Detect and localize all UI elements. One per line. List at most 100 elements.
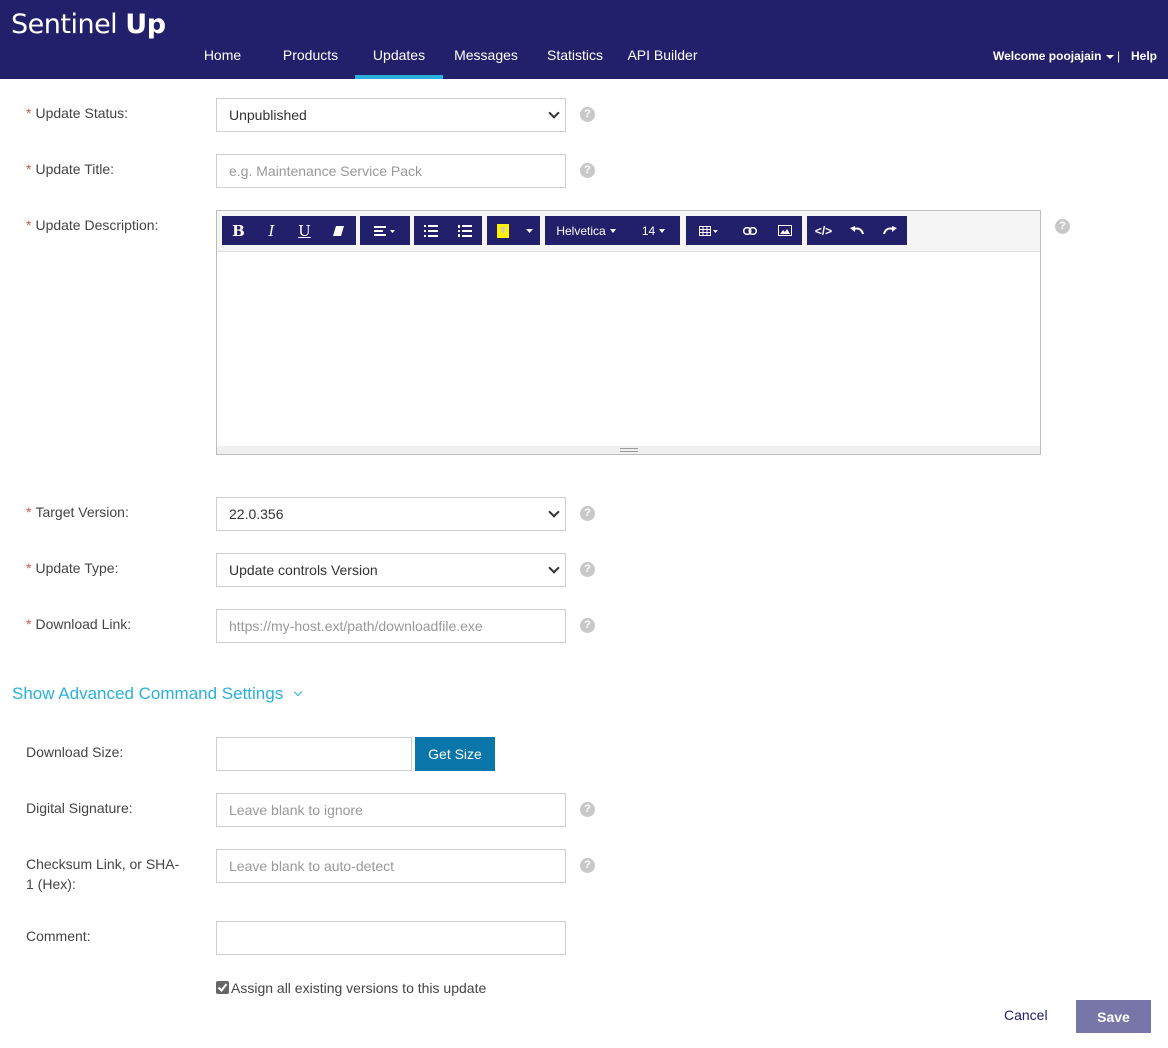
brand-logo[interactable]: Sentinel Up [11,9,166,40]
target-version-label-text: Target Version: [35,504,129,520]
grip-icon [620,448,638,452]
user-menu[interactable]: Welcome poojajain [993,49,1115,63]
required-marker: * [26,504,32,520]
eraser-icon[interactable] [321,216,356,245]
chevron-down-icon [548,506,560,518]
show-advanced-toggle[interactable]: Show Advanced Command Settings [12,684,303,704]
get-size-button[interactable]: Get Size [415,737,495,771]
chevron-down-icon [548,107,560,119]
font-size-value: 14 [641,223,656,238]
editor-content-area[interactable] [217,253,1040,446]
chevron-down-icon [548,562,560,574]
brand-name-bold: Up [125,9,166,40]
update-type-label: * Update Type: [26,558,118,578]
checksum-placeholder: Leave blank to auto-detect [229,858,395,874]
help-icon[interactable]: ? [580,107,595,122]
editor-resize-handle[interactable] [217,446,1040,454]
code-view-icon[interactable]: </> [807,216,840,245]
chevron-down-icon [293,687,303,697]
link-icon[interactable] [732,216,767,245]
help-icon[interactable]: ? [1055,219,1070,234]
header-separator: | [1117,49,1121,63]
required-marker: * [26,217,32,233]
checksum-label-line1: Checksum Link, or SHA- [26,856,180,872]
nav-products[interactable]: Products [268,47,353,79]
advanced-toggle-text: Show Advanced Command Settings [12,684,284,703]
download-link-label-text: Download Link: [35,616,132,632]
underline-icon[interactable]: U [288,216,321,245]
redo-icon[interactable] [873,216,907,245]
target-version-value: 22.0.356 [229,506,284,522]
required-marker: * [26,161,32,177]
checksum-label: Checksum Link, or SHA- 1 (Hex): [26,854,179,894]
help-icon[interactable]: ? [580,506,595,521]
update-type-select[interactable]: Update controls Version [216,553,566,587]
help-icon[interactable]: ? [580,858,595,873]
download-link-placeholder: https://my-host.ext/path/downloadfile.ex… [229,618,483,634]
checkmark-icon [217,983,228,993]
download-size-input[interactable] [216,737,412,771]
italic-icon[interactable]: I [255,216,288,245]
checksum-input[interactable]: Leave blank to auto-detect [216,849,566,883]
update-title-label: * Update Title: [26,159,114,179]
image-icon[interactable] [767,216,802,245]
nav-home[interactable]: Home [190,47,255,79]
align-group [360,216,410,245]
update-status-label: * Update Status: [26,103,128,123]
comment-input[interactable] [216,921,566,955]
digital-signature-input[interactable]: Leave blank to ignore [216,793,566,827]
help-link[interactable]: Help [1131,49,1157,63]
bullet-list-icon[interactable] [414,216,448,245]
comment-label: Comment: [26,928,91,944]
update-title-input[interactable]: e.g. Maintenance Service Pack [216,154,566,188]
help-icon[interactable]: ? [580,163,595,178]
update-status-select[interactable]: Unpublished [216,98,566,132]
save-button[interactable]: Save [1076,1000,1151,1033]
required-marker: * [26,560,32,576]
required-marker: * [26,616,32,632]
required-marker: * [26,105,32,121]
font-size-dropdown[interactable]: 14 [627,216,680,245]
table-icon[interactable] [686,216,732,245]
list-group [414,216,482,245]
nav-statistics[interactable]: Statistics [535,47,615,79]
help-icon[interactable]: ? [580,802,595,817]
history-group: </> [807,216,907,245]
update-description-label: * Update Description: [26,215,158,235]
update-type-label-text: Update Type: [35,560,119,576]
target-version-label: * Target Version: [26,502,129,522]
assign-versions-checkbox[interactable] [216,981,229,994]
nav-updates[interactable]: Updates [355,47,443,79]
bold-icon[interactable]: B [222,216,255,245]
welcome-text: Welcome poojajain [993,49,1102,63]
font-family-value: Helvetica [556,223,606,238]
update-status-label-text: Update Status: [35,105,129,121]
numbered-list-icon[interactable] [448,216,482,245]
format-group: B I U [222,216,356,245]
undo-icon[interactable] [840,216,873,245]
download-size-label: Download Size: [26,744,124,760]
top-navigation-bar: Sentinel Up Home Products Updates Messag… [0,0,1168,79]
font-family-dropdown[interactable]: Helvetica [545,216,627,245]
nav-api-builder[interactable]: API Builder [620,47,705,79]
download-link-input[interactable]: https://my-host.ext/path/downloadfile.ex… [216,609,566,643]
help-icon[interactable]: ? [580,618,595,633]
caret-down-icon [1106,54,1115,59]
update-title-placeholder: e.g. Maintenance Service Pack [229,163,422,179]
digital-signature-label: Digital Signature: [26,800,133,816]
help-icon[interactable]: ? [580,562,595,577]
nav-messages[interactable]: Messages [445,47,527,79]
download-link-label: * Download Link: [26,614,131,634]
highlight-color-icon[interactable] [487,216,519,245]
editor-toolbar: B I U Helvetica 14 </> [217,211,1040,252]
cancel-button[interactable]: Cancel [1004,1007,1048,1023]
digital-signature-placeholder: Leave blank to ignore [229,802,363,818]
align-left-icon[interactable] [360,216,410,245]
insert-group [686,216,802,245]
update-type-value: Update controls Version [229,562,378,578]
assign-versions-label[interactable]: Assign all existing versions to this upd… [231,980,486,996]
update-title-label-text: Update Title: [35,161,115,177]
color-group [487,216,540,245]
color-dropdown-icon[interactable] [519,216,540,245]
target-version-select[interactable]: 22.0.356 [216,497,566,531]
